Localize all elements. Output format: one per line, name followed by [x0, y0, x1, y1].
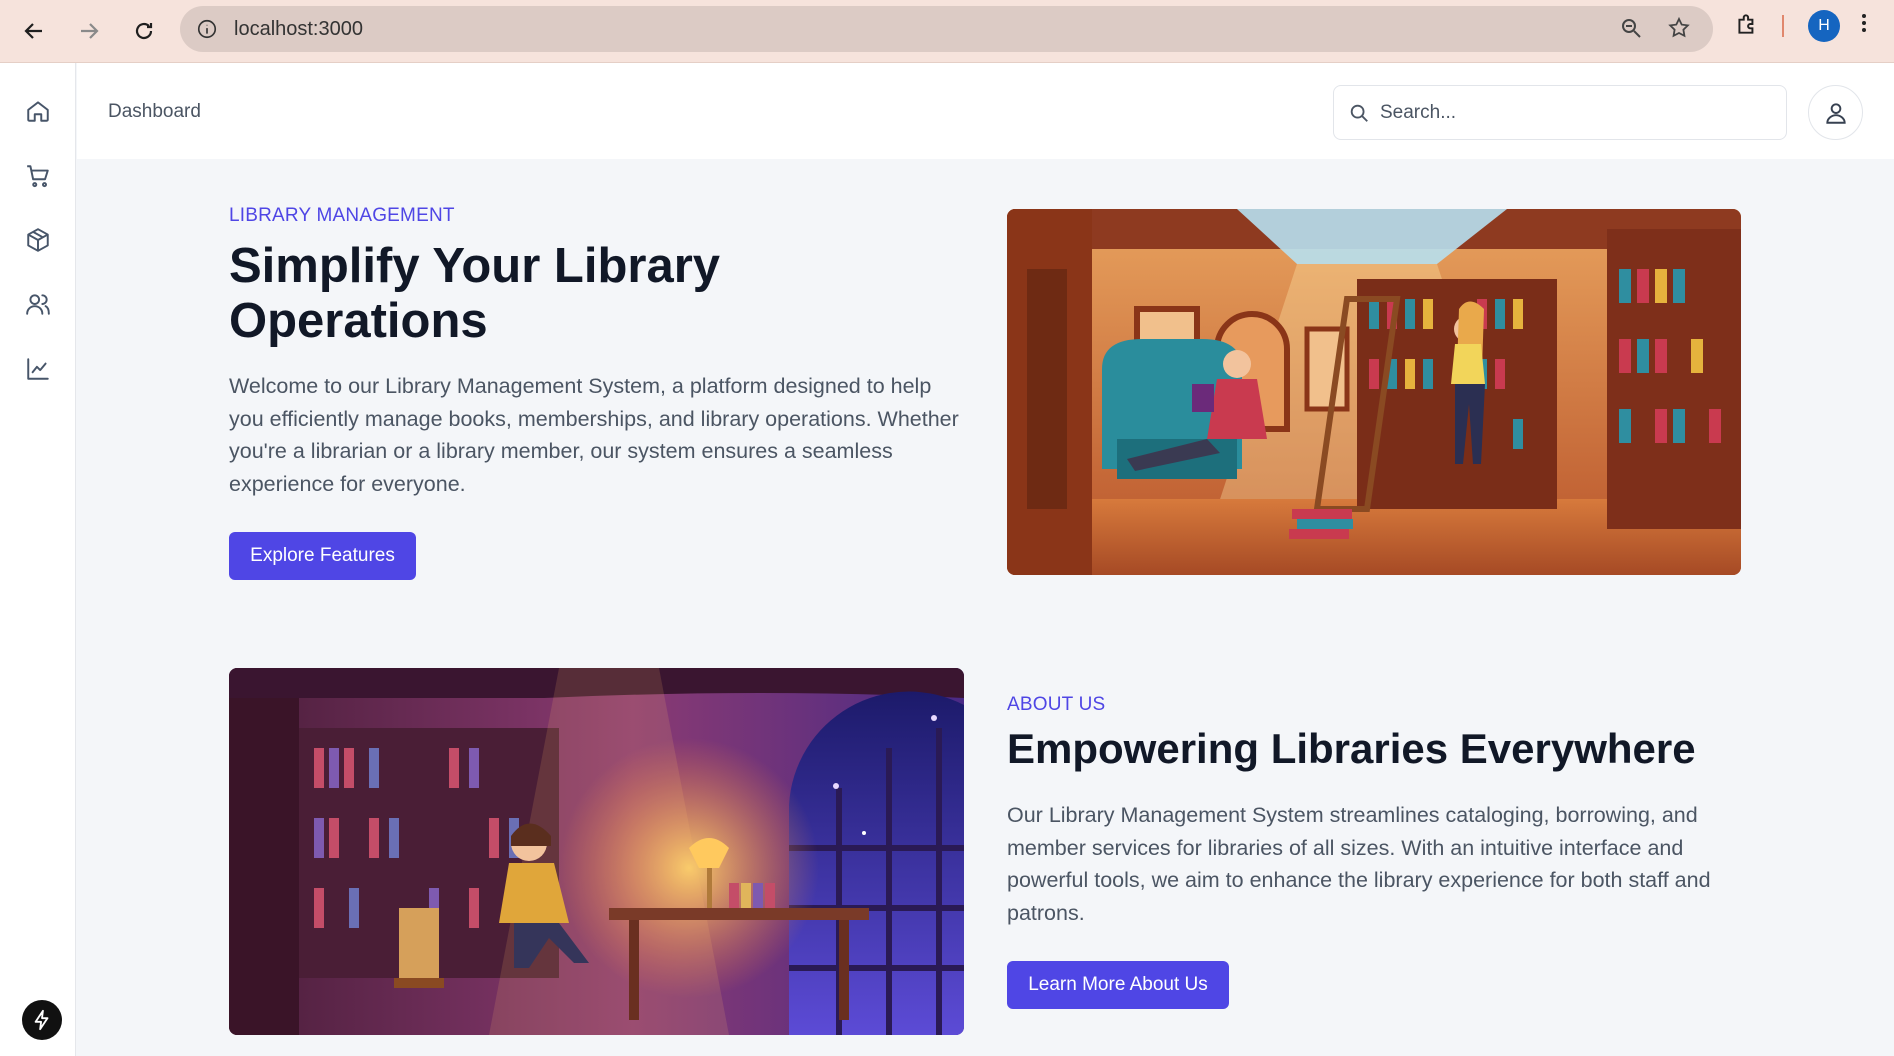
hero-eyebrow: LIBRARY MANAGEMENT	[229, 205, 455, 226]
app-header: Dashboard	[77, 63, 1894, 159]
paragraph-line: experience for everyone.	[229, 471, 466, 496]
learn-more-button[interactable]: Learn More About Us	[1007, 961, 1229, 1009]
cart-icon	[27, 165, 49, 188]
bolt-button[interactable]	[22, 1000, 62, 1040]
paragraph-line: you efficiently manage books, membership…	[229, 406, 959, 431]
bolt-icon	[34, 1009, 49, 1031]
sidebar-item-users[interactable]	[18, 284, 58, 324]
search-input[interactable]	[1380, 101, 1760, 124]
user-icon	[1825, 102, 1846, 124]
sidebar-item-home[interactable]	[18, 91, 58, 131]
paragraph-line: Welcome to our Library Management System…	[229, 374, 932, 398]
home-icon	[27, 101, 49, 122]
paragraph-line: member services for libraries of all siz…	[1007, 835, 1684, 860]
about-title: Empowering Libraries Everywhere	[1007, 725, 1696, 772]
back-arrow-icon[interactable]	[14, 11, 54, 51]
breadcrumb[interactable]: Dashboard	[108, 101, 201, 123]
paragraph-line: powerful tools, we aim to enhance the li…	[1007, 868, 1711, 892]
night-library-illustration	[229, 668, 964, 1035]
chart-icon	[27, 358, 49, 380]
hero-title: Simplify Your Library Operations	[229, 239, 720, 349]
site-info-icon[interactable]	[194, 16, 220, 42]
box-icon	[27, 228, 49, 252]
kebab-menu-icon[interactable]	[1860, 11, 1868, 42]
url-text[interactable]: localhost:3000	[234, 18, 363, 41]
zoom-icon[interactable]	[1619, 16, 1643, 45]
bookmark-star-icon[interactable]	[1667, 16, 1691, 45]
profile-avatar[interactable]: H	[1808, 10, 1840, 42]
sidebar	[0, 63, 76, 1056]
paragraph-line: you're a librarian or a library member, …	[229, 439, 893, 463]
users-icon	[26, 294, 50, 315]
reload-icon[interactable]	[124, 11, 164, 51]
hero-paragraph: Welcome to our Library Management System…	[229, 370, 979, 500]
hero-title-line: Operations	[229, 294, 488, 348]
paragraph-line: patrons.	[1007, 900, 1085, 925]
extensions-icon[interactable]	[1734, 11, 1760, 42]
toolbar-divider	[1782, 15, 1784, 37]
sidebar-item-products[interactable]	[18, 220, 58, 260]
search-icon	[1350, 104, 1368, 122]
search-container	[1333, 85, 1787, 140]
address-bar[interactable]: localhost:3000	[180, 6, 1713, 52]
library-reading-illustration	[1007, 209, 1741, 575]
sidebar-item-analytics[interactable]	[18, 349, 58, 389]
explore-features-button[interactable]: Explore Features	[229, 532, 416, 580]
hero-title-line: Simplify Your Library	[229, 239, 721, 293]
user-menu-button[interactable]	[1808, 85, 1863, 140]
forward-arrow-icon[interactable]	[69, 11, 109, 51]
browser-toolbar: localhost:3000 H	[0, 0, 1894, 63]
about-paragraph: Our Library Management System streamline…	[1007, 799, 1767, 929]
about-eyebrow: ABOUT US	[1007, 694, 1106, 715]
paragraph-line: Our Library Management System streamline…	[1007, 803, 1698, 827]
sidebar-item-cart[interactable]	[18, 156, 58, 196]
